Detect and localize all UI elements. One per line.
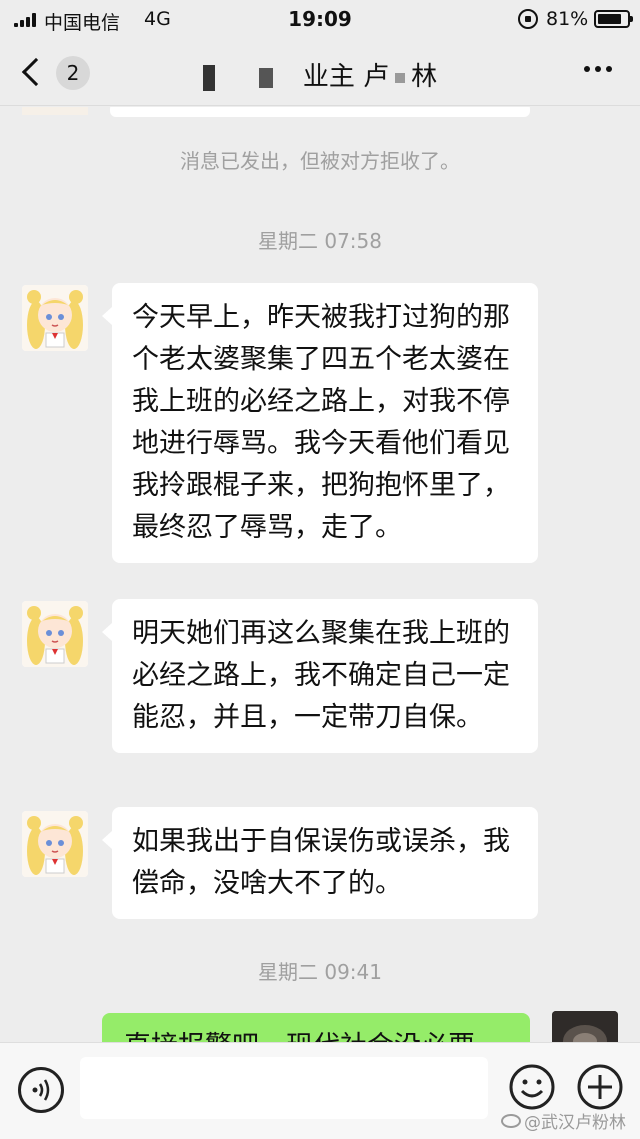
more-options-button[interactable] [584,66,612,72]
weibo-logo-icon [501,1113,521,1128]
more-functions-button[interactable] [576,1063,624,1111]
input-bar: @武汉卢粉林 [0,1042,640,1139]
emoji-button[interactable] [508,1063,556,1111]
chat-title-text: 业主 卢 [302,62,390,92]
contact-avatar[interactable] [22,285,88,351]
watermark-text: @武汉卢粉林 [524,1113,626,1133]
voice-wave-icon [32,1079,50,1101]
own-message-bubble[interactable]: 直接报警吧，现代社会没必要 [102,1013,530,1042]
battery-fill [598,14,621,24]
redaction-mark [258,67,273,88]
contact-avatar[interactable] [22,811,88,877]
timestamp: 星期二 07:58 [258,229,382,253]
voice-input-button[interactable] [18,1067,64,1113]
contact-avatar[interactable] [22,601,88,667]
message-bubble[interactable] [110,107,530,117]
profile-photo-icon [552,1011,618,1042]
system-notice: 消息已发出，但被对方拒收了。 [180,149,460,173]
avatar[interactable] [22,107,88,115]
message-input[interactable] [80,1057,488,1119]
anime-girl-avatar-icon [22,285,88,351]
chat-title: 业主 卢林 [0,56,640,93]
plus-icon [577,1064,623,1110]
chat-header: 2 业主 卢林 [0,40,640,106]
timestamp: 星期二 09:41 [258,960,382,984]
status-bar: 中国电信 4G 19:09 81% [0,0,640,40]
message-bubble[interactable]: 今天早上，昨天被我打过狗的那个老太婆聚集了四五个老太婆在我上班的必经之路上，对我… [102,283,538,563]
battery-percent: 81% [546,8,589,30]
message-bubble[interactable]: 明天她们再这么聚集在我上班的必经之路上，我不确定自己一定能忍，并且，一定带刀自保… [102,599,538,753]
own-avatar[interactable] [552,1011,618,1042]
smiley-icon [509,1064,555,1110]
redaction-mark [202,64,215,91]
chat-title-suffix: 林 [411,62,438,92]
status-time: 19:09 [288,7,352,31]
watermark: @武汉卢粉林 [501,1108,626,1133]
message-list[interactable]: 消息已发出，但被对方拒收了。 星期二 07:58 今天早上，昨天被我打过狗的那个… [0,107,640,1042]
redaction-mark [395,72,406,83]
anime-girl-avatar-icon [22,601,88,667]
orientation-lock-icon [518,9,538,29]
anime-girl-avatar-icon [22,811,88,877]
message-bubble[interactable]: 如果我出于自保误伤或误杀，我偿命，没啥大不了的。 [102,807,538,919]
battery-icon [594,10,633,28]
